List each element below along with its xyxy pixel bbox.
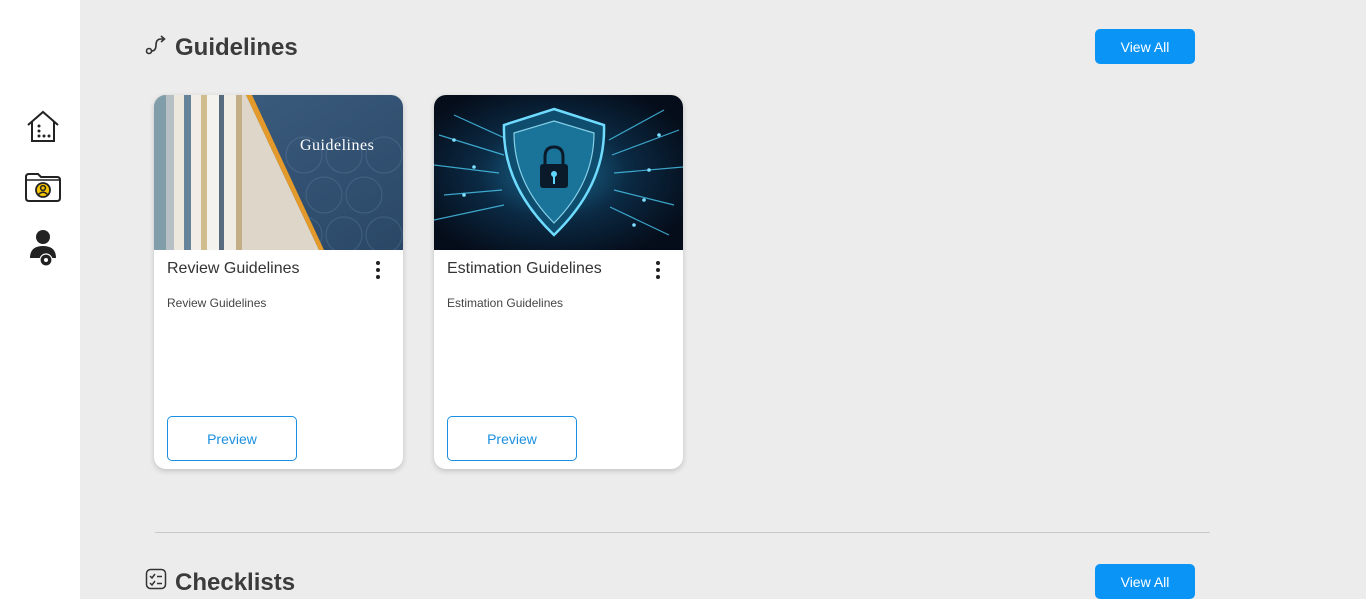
review-image-caption: Guidelines xyxy=(300,137,374,154)
folder-user-icon[interactable] xyxy=(24,168,62,206)
home-icon[interactable] xyxy=(24,107,62,145)
card-description: Review Guidelines xyxy=(167,296,267,310)
review-guidelines-image: Guidelines xyxy=(154,95,403,250)
checklists-view-all-button[interactable]: View All xyxy=(1095,564,1195,599)
sidebar xyxy=(0,0,80,599)
preview-button[interactable]: Preview xyxy=(447,416,577,461)
guidelines-heading: Guidelines xyxy=(175,33,298,61)
checklists-heading: Checklists xyxy=(175,568,296,596)
card-description: Estimation Guidelines xyxy=(447,296,564,310)
more-options-icon[interactable] xyxy=(653,261,663,279)
user-settings-icon[interactable] xyxy=(24,229,62,267)
route-icon xyxy=(145,33,167,62)
checklists-section-title: Checklists xyxy=(145,568,295,597)
guidelines-section-title: Guidelines xyxy=(145,33,298,62)
guideline-card-review: Guidelines Review Guidelines Review Guid… xyxy=(154,95,403,469)
guidelines-view-all-button[interactable]: View All xyxy=(1095,29,1195,64)
checklist-icon xyxy=(145,568,167,597)
more-options-icon[interactable] xyxy=(373,261,383,279)
card-title: Review Guidelines xyxy=(167,260,300,277)
main-content: Guidelines View All Guidelines Review Gu… xyxy=(80,0,1366,599)
section-divider xyxy=(155,532,1210,533)
estimation-guidelines-image xyxy=(434,95,683,250)
preview-button[interactable]: Preview xyxy=(167,416,297,461)
card-title: Estimation Guidelines xyxy=(447,260,602,277)
guideline-card-estimation: Estimation Guidelines Estimation Guideli… xyxy=(434,95,683,469)
